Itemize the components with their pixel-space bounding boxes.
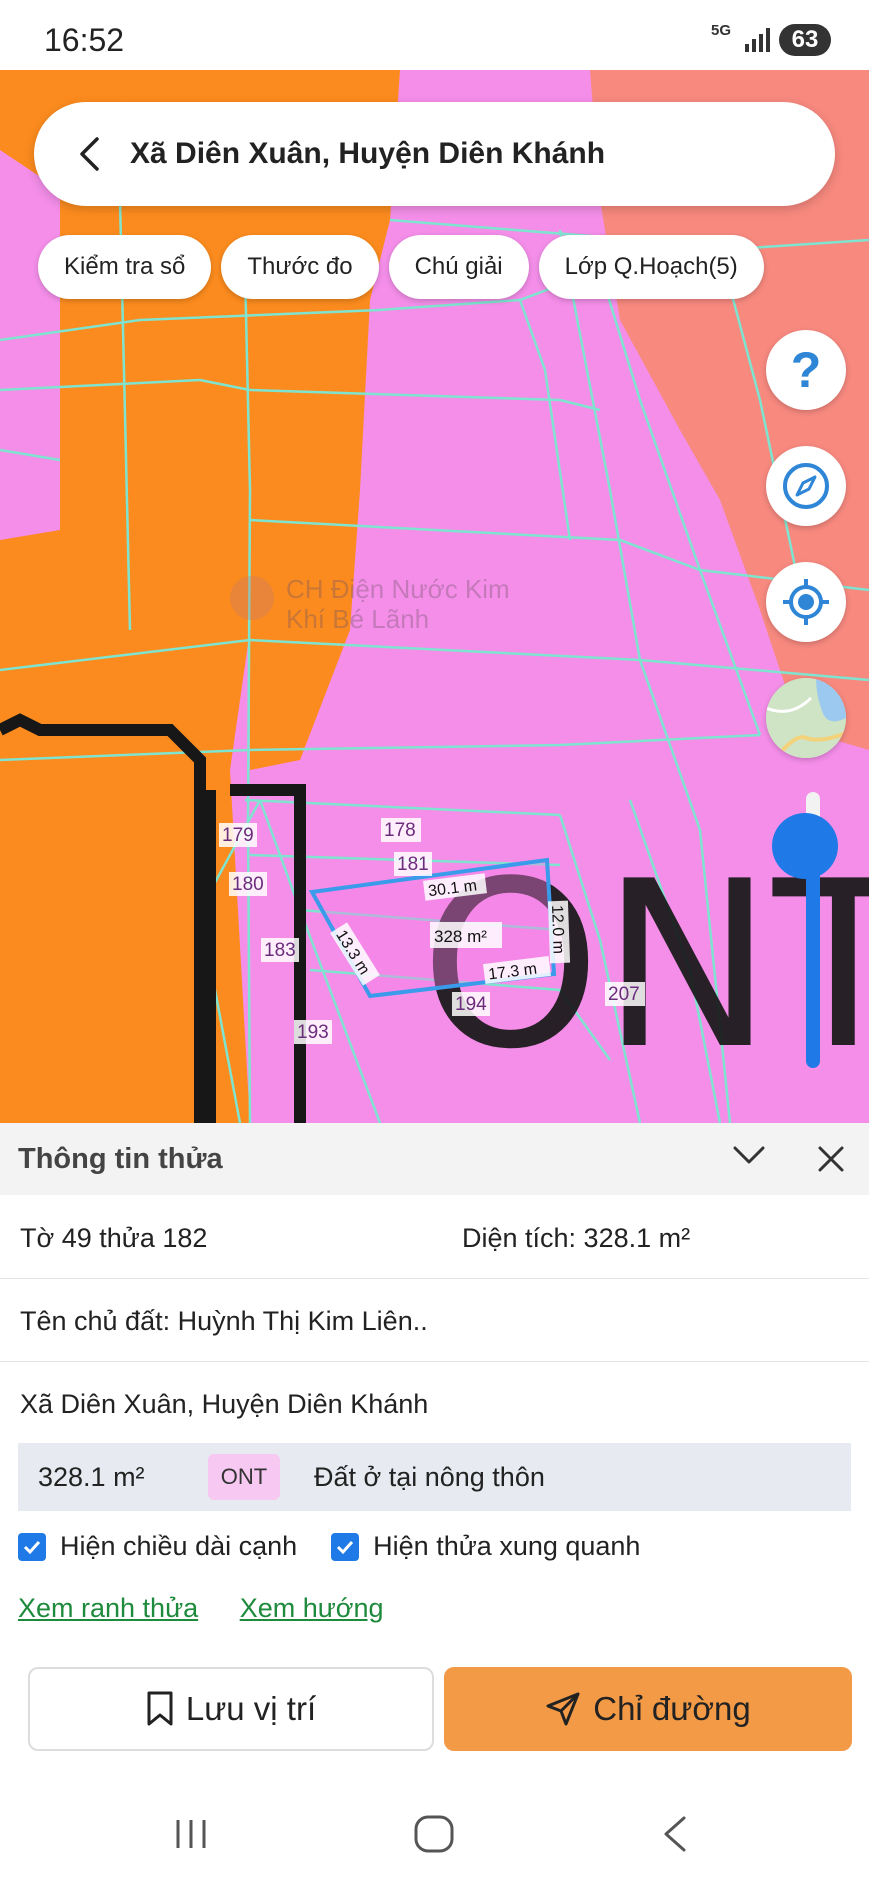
- directions-button[interactable]: Chỉ đường: [444, 1667, 852, 1751]
- compass-icon: [783, 463, 829, 509]
- display-options: Hiện chiều dài cạnh Hiện thửa xung quanh: [18, 1531, 640, 1562]
- close-icon[interactable]: [817, 1145, 845, 1173]
- chip-planning-layers[interactable]: Lớp Q.Hoạch(5): [538, 235, 764, 299]
- parcel-183: 183: [264, 940, 296, 961]
- help-button[interactable]: ?: [766, 330, 846, 410]
- view-direction-link[interactable]: Xem hướng: [240, 1593, 384, 1623]
- chip-check-book[interactable]: Kiểm tra sổ: [38, 235, 212, 299]
- crosshair-icon: [783, 579, 829, 625]
- divider: [0, 1278, 869, 1279]
- parcel-info-sheet: Thông tin thửa Tờ 49 thửa 182 Diện tích:…: [0, 1123, 869, 1884]
- land-use-row: 328.1 m² ONT Đất ở tại nông thôn: [18, 1443, 851, 1511]
- zone-pink-strip: [0, 150, 60, 540]
- chip-legend[interactable]: Chú giải: [388, 235, 529, 299]
- send-icon: [546, 1692, 580, 1726]
- sheet-parcel-number: Tờ 49 thửa 182: [20, 1223, 208, 1253]
- map-tool-chips: Kiểm tra sổ Thước đo Chú giải Lớp Q.Hoạc…: [38, 235, 764, 299]
- map-canvas: ONT CH Điện Nước Kim Khí Bé Lãnh 179 178…: [0, 70, 869, 1123]
- sheet-header: Thông tin thửa: [0, 1123, 869, 1195]
- parcel-area: Diện tích: 328.1 m²: [462, 1223, 691, 1253]
- save-location-button[interactable]: Lưu vị trí: [28, 1667, 434, 1751]
- parcel-area-label: 328 m²: [434, 927, 487, 946]
- parcel-193: 193: [297, 1022, 329, 1043]
- battery-icon: 63: [779, 24, 831, 56]
- show-edge-lengths-label[interactable]: Hiện chiều dài cạnh: [60, 1531, 297, 1562]
- parcel-address: Xã Diên Xuân, Huyện Diên Khánh: [20, 1389, 429, 1419]
- divider: [0, 1361, 869, 1362]
- land-use-code-badge: ONT: [208, 1454, 280, 1500]
- bookmark-icon: [147, 1691, 173, 1726]
- show-edge-lengths-checkbox[interactable]: [18, 1532, 46, 1561]
- check-icon: [337, 1540, 354, 1554]
- system-nav-bar: [0, 1800, 869, 1884]
- map-type-button[interactable]: [766, 678, 846, 758]
- land-use-description: Đất ở tại nông thôn: [314, 1461, 545, 1492]
- parcel-179: 179: [222, 825, 254, 846]
- sheet-title: Thông tin thửa: [18, 1142, 223, 1175]
- poi-label-line1: CH Điện Nước Kim: [286, 574, 510, 604]
- show-neighbors-label[interactable]: Hiện thửa xung quanh: [373, 1531, 640, 1562]
- back-button[interactable]: [64, 129, 114, 179]
- view-boundary-link[interactable]: Xem ranh thửa: [18, 1593, 198, 1623]
- edge-right-label: 12.0 m: [548, 905, 567, 954]
- zoom-slider-thumb[interactable]: [772, 813, 838, 879]
- parcel-178: 178: [384, 820, 416, 841]
- my-location-button[interactable]: [766, 562, 846, 642]
- map-thumbnail-icon: [766, 678, 846, 758]
- status-time: 16:52: [44, 22, 125, 58]
- chevron-left-icon: [80, 137, 99, 171]
- directions-label: Chỉ đường: [593, 1690, 751, 1727]
- show-neighbors-checkbox[interactable]: [331, 1532, 360, 1561]
- parcel-207: 207: [608, 984, 640, 1005]
- location-title[interactable]: Xã Diên Xuân, Huyện Diên Khánh: [130, 137, 605, 171]
- search-bar: Xã Diên Xuân, Huyện Diên Khánh: [34, 102, 835, 206]
- land-use-area: 328.1 m²: [38, 1461, 145, 1492]
- chip-ruler[interactable]: Thước đo: [221, 235, 379, 299]
- status-bar: 16:52 5G 63: [0, 0, 869, 70]
- back-nav-icon[interactable]: [660, 1814, 690, 1854]
- compass-button[interactable]: [766, 446, 846, 526]
- save-location-label: Lưu vị trí: [185, 1690, 317, 1727]
- question-icon: ?: [790, 342, 822, 398]
- check-icon: [23, 1540, 41, 1554]
- parcel-181: 181: [397, 854, 429, 875]
- owner-name: Tên chủ đất: Huỳnh Thị Kim Liên..: [20, 1306, 428, 1336]
- recent-apps-icon[interactable]: [172, 1814, 212, 1854]
- parcel-194: 194: [455, 994, 487, 1015]
- parcel-links: Xem ranh thửa Xem hướng: [18, 1593, 418, 1624]
- chevron-down-icon[interactable]: [732, 1143, 766, 1167]
- signal-icon: [745, 28, 770, 52]
- map-view[interactable]: ONT CH Điện Nước Kim Khí Bé Lãnh 179 178…: [0, 70, 869, 1123]
- parcel-180: 180: [232, 874, 264, 895]
- poi-label-line2: Khí Bé Lãnh: [286, 604, 429, 634]
- home-icon[interactable]: [412, 1814, 456, 1854]
- network-indicator: 5G: [711, 22, 732, 39]
